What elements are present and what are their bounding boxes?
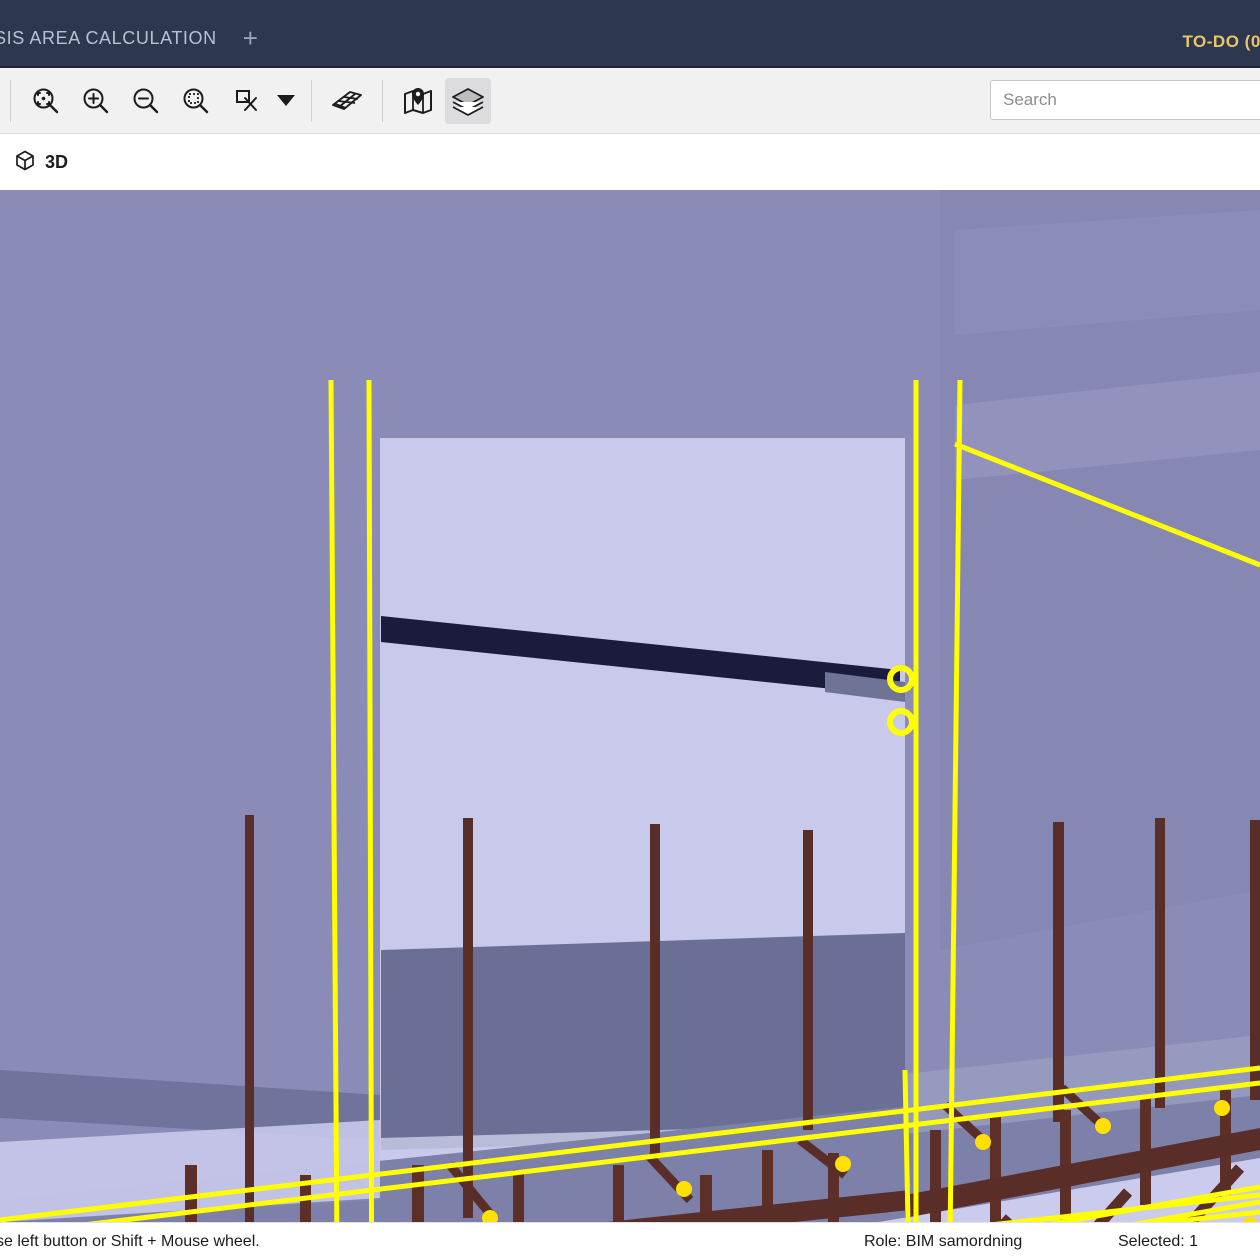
status-bar: se left button or Shift + Mouse wheel. R… — [0, 1222, 1260, 1260]
zoom-fit-button[interactable] — [23, 78, 69, 124]
zoom-window-button[interactable] — [173, 78, 219, 124]
zoom-out-button[interactable] — [123, 78, 169, 124]
add-tab-button[interactable]: + — [223, 12, 278, 64]
section-box-button[interactable] — [223, 78, 269, 124]
search-input[interactable] — [990, 80, 1260, 120]
toolbar-dropdown-button[interactable] — [271, 78, 301, 124]
map-pin-button[interactable] — [395, 78, 441, 124]
section-box-icon — [231, 86, 261, 116]
view-tool-group — [322, 68, 493, 133]
toolbar-divider-2 — [382, 79, 383, 122]
toolbar-divider-1 — [311, 79, 312, 122]
todo-counter[interactable]: TO-DO (0/ — [1182, 32, 1260, 52]
view-label-text: 3D — [45, 151, 69, 172]
header-bar: SIS AREA CALCULATION + TO-DO (0/ — [0, 0, 1260, 68]
chevron-down-icon — [277, 95, 295, 106]
model-3d-canvas[interactable] — [0, 190, 1260, 1222]
toolbar-divider-start — [10, 79, 11, 122]
zoom-in-button[interactable] — [73, 78, 119, 124]
cube-icon — [14, 149, 36, 176]
view-label-bar: 3D — [0, 134, 1260, 190]
status-hint: se left button or Shift + Mouse wheel. — [0, 1232, 260, 1250]
status-selected-count: Selected: 1 — [1118, 1232, 1199, 1250]
grid-mesh-icon — [330, 86, 364, 116]
search-container — [990, 80, 1260, 120]
layers-button[interactable] — [445, 77, 491, 124]
zoom-window-icon — [181, 86, 211, 116]
tab-strip: SIS AREA CALCULATION + — [0, 10, 278, 66]
application-window: SIS AREA CALCULATION + TO-DO (0/ Search … — [0, 0, 1260, 1260]
model-3d-viewport[interactable] — [0, 190, 1260, 1222]
status-role: Role: BIM samordning — [864, 1232, 1023, 1250]
tab-sis-area-calculation[interactable]: SIS AREA CALCULATION — [0, 10, 223, 66]
layers-icon — [451, 86, 485, 116]
grid-mesh-button[interactable] — [324, 78, 370, 124]
zoom-out-icon — [131, 86, 161, 116]
zoom-tool-group — [21, 68, 301, 133]
main-toolbar — [0, 68, 1260, 134]
map-pin-icon — [402, 86, 434, 116]
zoom-fit-icon — [31, 86, 61, 116]
zoom-in-icon — [81, 86, 111, 116]
